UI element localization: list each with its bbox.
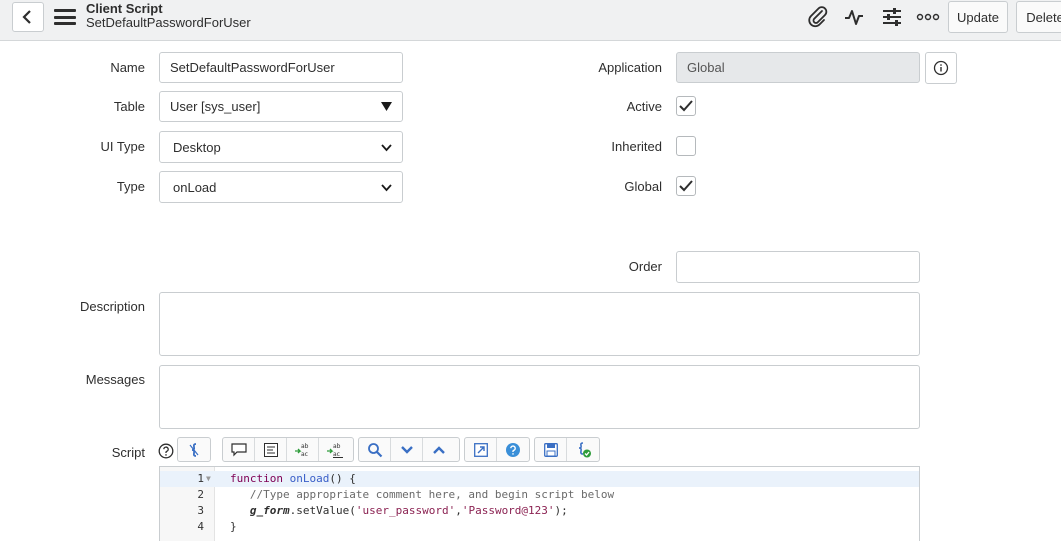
code-text: }	[230, 520, 237, 533]
code-line: 1 ▼ function onLoad() {	[160, 471, 919, 487]
active-checkbox[interactable]	[676, 96, 696, 116]
format-code-button[interactable]	[255, 438, 287, 461]
ui-type-value: Desktop	[173, 139, 221, 155]
form-header: Client Script SetDefaultPasswordForUser …	[0, 0, 1061, 41]
more-icon[interactable]	[915, 5, 941, 29]
info-icon	[933, 60, 949, 76]
ui-type-select[interactable]: Desktop	[159, 131, 403, 163]
back-button[interactable]	[12, 2, 44, 32]
help-circle-icon	[506, 442, 520, 457]
line-number: 3	[197, 504, 204, 517]
order-label: Order	[628, 259, 662, 274]
ui-type-label: UI Type	[100, 139, 145, 154]
script-toggle-icon	[189, 442, 199, 457]
code-text: g_form.setValue('user_password','Passwor…	[249, 504, 568, 517]
table-label: Table	[113, 99, 145, 114]
code-text: function onLoad() {	[230, 472, 356, 485]
search-button[interactable]	[359, 438, 391, 461]
chevron-down-icon	[381, 184, 392, 192]
svg-text:ac: ac	[333, 451, 340, 458]
order-field[interactable]	[676, 251, 920, 283]
active-label: Active	[626, 99, 662, 114]
chevron-left-icon	[22, 10, 31, 24]
script-toolbar-group-3	[358, 437, 460, 462]
syntax-check-button[interactable]	[567, 438, 599, 461]
checkmark-icon	[679, 100, 693, 112]
code-line: 2 //Type appropriate comment here, and b…	[160, 487, 919, 503]
type-label: Type	[116, 179, 145, 194]
code-line: 3 g_form.setValue('user_password','Passw…	[160, 503, 919, 519]
record-title: Client Script SetDefaultPasswordForUser	[86, 2, 251, 30]
description-label: Description	[79, 299, 145, 314]
expand-icon	[473, 442, 488, 457]
messages-field[interactable]	[159, 365, 920, 429]
update-button[interactable]: Update	[948, 1, 1008, 33]
replace-all-icon: abac	[327, 443, 343, 458]
checkmark-icon	[679, 180, 693, 192]
sliders-icon[interactable]	[879, 5, 905, 29]
record-name: SetDefaultPasswordForUser	[86, 15, 251, 30]
find-previous-button[interactable]	[423, 438, 455, 461]
script-toolbar-group-2: ab ac ab ac	[222, 437, 354, 462]
code-line: 4 }	[160, 519, 919, 535]
chevron-down-icon	[381, 144, 392, 152]
script-help-button[interactable]	[497, 438, 529, 461]
script-toolbar-group-1	[177, 437, 211, 462]
help-icon[interactable]	[158, 443, 174, 462]
script-toolbar-group-5	[534, 437, 600, 462]
line-number: 4	[197, 520, 204, 533]
code-text: //Type appropriate comment here, and beg…	[230, 488, 615, 501]
inherited-label: Inherited	[611, 139, 662, 154]
caret-down-icon	[381, 102, 392, 111]
paperclip-icon[interactable]	[805, 5, 831, 29]
application-label: Application	[598, 60, 662, 75]
line-number: 2	[197, 488, 204, 501]
syntax-check-icon	[578, 441, 591, 457]
fullscreen-button[interactable]	[465, 438, 497, 461]
comment-button[interactable]	[223, 438, 255, 461]
global-label: Global	[624, 179, 662, 194]
menu-icon[interactable]	[54, 8, 76, 26]
application-field: Global	[676, 52, 920, 83]
chevron-down-icon	[400, 445, 413, 454]
svg-text:ab: ab	[301, 443, 309, 450]
record-type: Client Script	[86, 1, 163, 16]
format-icon	[263, 442, 278, 457]
replace-icon: abac	[294, 443, 309, 458]
search-icon	[367, 442, 382, 457]
table-select[interactable]: User [sys_user]	[159, 91, 403, 122]
delete-button[interactable]: Delete	[1016, 1, 1061, 33]
script-toolbar-group-4	[464, 437, 530, 462]
find-next-button[interactable]	[391, 438, 423, 461]
fold-arrow-icon[interactable]: ▼	[206, 471, 211, 487]
type-value: onLoad	[173, 179, 217, 195]
save-button[interactable]	[535, 438, 567, 461]
replace-all-button[interactable]: ab ac	[319, 438, 351, 461]
info-button[interactable]	[925, 52, 957, 84]
description-field[interactable]	[159, 292, 920, 356]
table-value: User [sys_user]	[170, 99, 261, 114]
svg-text:ab: ab	[333, 443, 341, 450]
comment-icon	[230, 442, 247, 456]
script-editor[interactable]: 1 ▼ function onLoad() { 2 //Type appropr…	[159, 466, 920, 541]
toggle-syntax-button[interactable]	[178, 438, 210, 461]
name-label: Name	[110, 60, 145, 75]
global-checkbox[interactable]	[676, 176, 696, 196]
replace-button[interactable]: ab ac	[287, 438, 319, 461]
script-label: Script	[111, 445, 145, 460]
messages-label: Messages	[85, 372, 145, 387]
save-icon	[543, 442, 558, 457]
name-field[interactable]: SetDefaultPasswordForUser	[159, 52, 403, 83]
line-number: 1	[197, 472, 204, 485]
type-select[interactable]: onLoad	[159, 171, 403, 203]
svg-text:ac: ac	[301, 451, 308, 458]
inherited-checkbox[interactable]	[676, 136, 696, 156]
activity-icon[interactable]	[841, 5, 867, 29]
chevron-up-icon	[433, 445, 445, 454]
